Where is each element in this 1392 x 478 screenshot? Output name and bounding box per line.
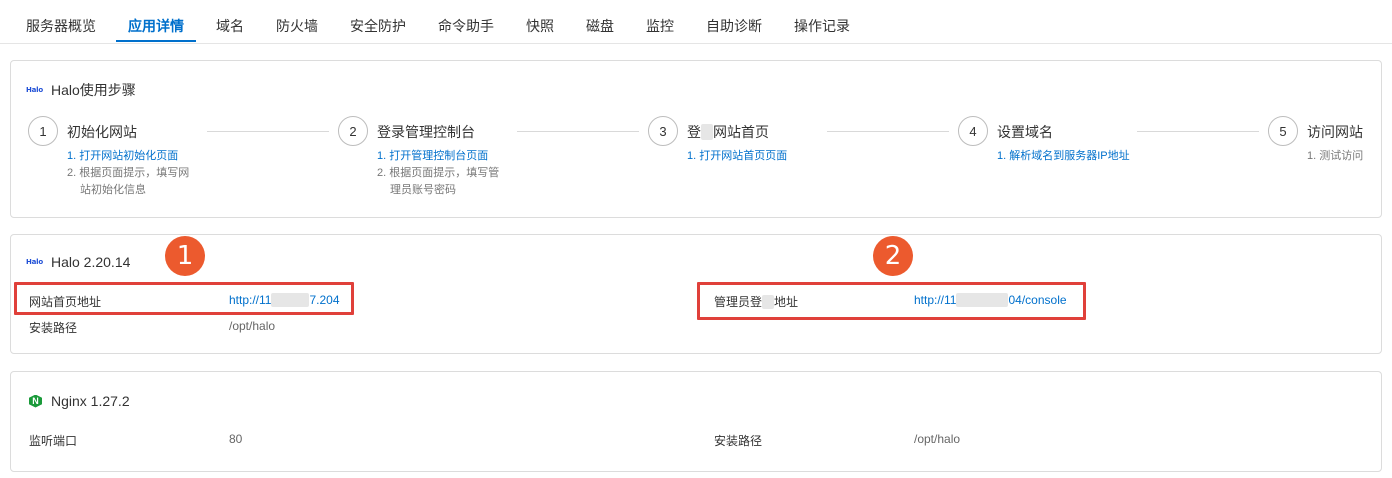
open-homepage-link[interactable]: 1. 打开网站首页页面 — [687, 150, 787, 162]
listen-port-value: 80 — [229, 432, 243, 446]
tab-domain[interactable]: 域名 — [216, 16, 244, 36]
step-connector — [1137, 131, 1259, 132]
step-1-description: 1. 打开网站初始化页面 2. 根据页面提示，填写网 站初始化信息 — [67, 150, 190, 196]
step-3-number: 3 — [648, 116, 678, 146]
nginx-info-card — [10, 371, 1382, 472]
step-3-description: 1. 打开网站首页页面 — [687, 148, 837, 165]
step-5-number: 5 — [1268, 116, 1298, 146]
tab-operation-log[interactable]: 操作记录 — [794, 16, 850, 36]
nginx-install-path-label: 安装路径 — [714, 434, 763, 448]
tab-command-assistant[interactable]: 命令助手 — [438, 16, 494, 36]
tab-snapshot[interactable]: 快照 — [526, 16, 554, 36]
step-connector — [207, 131, 329, 132]
usage-steps-heading: Halo使用步骤 — [51, 82, 136, 98]
nginx-logo-icon: N — [29, 394, 42, 408]
halo-version: Halo 2.20.14 — [51, 254, 131, 270]
nginx-card-title: N Nginx 1.27.2 — [29, 393, 130, 409]
step-2-description: 1. 打开管理控制台页面 2. 根据页面提示，填写管 理员账号密码 — [377, 150, 500, 196]
active-tab-indicator — [116, 40, 196, 42]
step-3-title: 登x网站首页 — [687, 124, 769, 140]
step-connector — [517, 131, 639, 132]
annotation-badge-2: 2 — [873, 236, 913, 276]
admin-login-url-label: 管理员登x地址 — [714, 295, 799, 309]
tab-security[interactable]: 安全防护 — [350, 16, 406, 36]
annotation-badge-1: 1 — [165, 236, 205, 276]
halo-install-path-value: /opt/halo — [229, 319, 276, 333]
step-4-number: 4 — [958, 116, 988, 146]
tab-monitor[interactable]: 监控 — [646, 16, 674, 36]
step-2-number: 2 — [338, 116, 368, 146]
step-4-title: 设置域名 — [997, 124, 1053, 140]
tab-server-overview[interactable]: 服务器概览 — [26, 16, 96, 36]
usage-steps-title: Halo Halo使用步骤 — [26, 80, 136, 100]
tab-disk[interactable]: 磁盘 — [586, 16, 614, 36]
tab-app-details[interactable]: 应用详情 — [128, 16, 184, 36]
admin-login-url-link[interactable]: http://11x04/console — [914, 293, 1067, 307]
homepage-url-link[interactable]: http://11x7.204 — [229, 293, 340, 307]
step-2-title: 登录管理控制台 — [377, 124, 475, 140]
homepage-url-label: 网站首页地址 — [29, 295, 102, 309]
halo-card-title: Halo Halo 2.20.14 — [26, 254, 130, 270]
tab-self-diagnosis[interactable]: 自助诊断 — [706, 16, 762, 36]
nginx-install-path-value: /opt/halo — [914, 432, 961, 446]
halo-install-path-label: 安装路径 — [29, 321, 78, 335]
nginx-version: Nginx 1.27.2 — [51, 393, 130, 409]
open-admin-console-link[interactable]: 1. 打开管理控制台页面 — [377, 150, 488, 162]
tab-firewall[interactable]: 防火墙 — [276, 16, 318, 36]
resolve-domain-link[interactable]: 1. 解析域名到服务器IP地址 — [997, 150, 1130, 162]
halo-logo-icon: Halo — [26, 86, 43, 94]
tab-bar: 服务器概览 应用详情 域名 防火墙 安全防护 命令助手 快照 磁盘 监控 自助诊… — [0, 0, 1392, 44]
halo-logo-icon: Halo — [26, 258, 43, 266]
listen-port-label: 监听端口 — [29, 434, 78, 448]
step-1-number: 1 — [28, 116, 58, 146]
step-4-description: 1. 解析域名到服务器IP地址 — [997, 148, 1197, 165]
step-5-description: 1. 测试访问 — [1307, 150, 1364, 162]
step-5-title: 访问网站 — [1307, 124, 1363, 140]
step-1-title: 初始化网站 — [67, 124, 137, 140]
step-connector — [827, 131, 949, 132]
open-init-page-link[interactable]: 1. 打开网站初始化页面 — [67, 150, 178, 162]
